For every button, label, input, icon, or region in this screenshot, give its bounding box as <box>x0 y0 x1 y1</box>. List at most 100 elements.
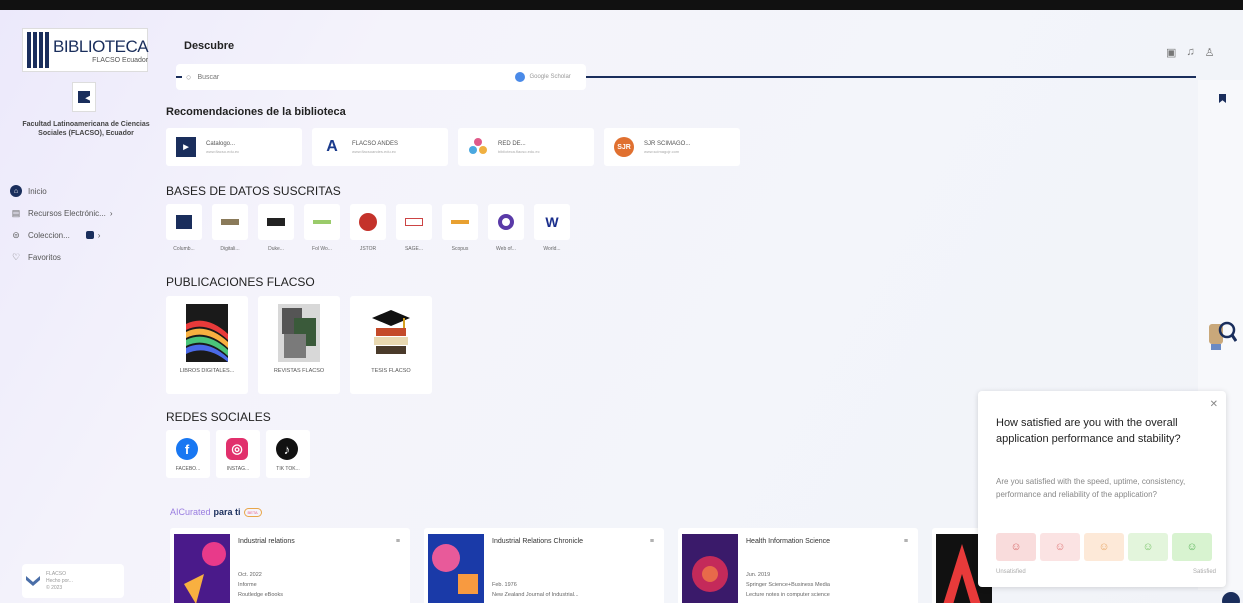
social-list: f FACEBO... ◎ INSTAG... ♪ TIK TOK... <box>166 430 310 478</box>
recommendation-name: SJR SCIMAGO... <box>644 140 691 147</box>
rating-face-5[interactable]: ☺ <box>1172 533 1212 561</box>
nav-item-colecciones[interactable]: ⊜ Coleccion... › <box>10 224 158 246</box>
user-icon[interactable]: ♙ <box>1205 46 1215 59</box>
database-label: Duke... <box>268 246 284 252</box>
google-scholar-label: Google Scholar <box>529 74 571 80</box>
mascot-icon[interactable] <box>1207 316 1237 352</box>
nav-item-inicio[interactable]: ⌂ Inicio <box>10 180 158 202</box>
recommendation-name: RED DE... <box>498 140 526 147</box>
vendor-card[interactable]: FLACSO Hecho por... © 2023 <box>22 564 124 598</box>
rating-face-1[interactable]: ☺ <box>996 533 1036 561</box>
curated-source: Routledge eBooks <box>238 592 283 598</box>
curated-card[interactable]: Health Information Science ≡ Jun. 2019 S… <box>678 528 918 603</box>
help-button[interactable] <box>1222 592 1240 603</box>
menu-icon[interactable]: ≡ <box>904 538 908 545</box>
journals-cover-icon <box>278 304 320 362</box>
publications-list: LIBROS DIGITALES... REVISTAS FLACSO TESI… <box>166 296 432 394</box>
menu-icon[interactable]: ≡ <box>650 538 654 545</box>
nav-item-recursos[interactable]: ▤ Recursos Electrónic... › <box>10 202 158 224</box>
section-title-recommendations: Recomendaciones de la biblioteca <box>166 106 346 118</box>
search-input[interactable] <box>197 73 478 81</box>
library-logo[interactable]: BIBLIOTECA FLACSO Ecuador <box>22 28 149 72</box>
nav-label: Recursos Electrónic... <box>28 208 106 218</box>
social-card-tiktok[interactable]: ♪ TIK TOK... <box>266 430 310 478</box>
recommendation-card[interactable]: RED DE... biblioteca.flacso.edu.ec <box>458 128 594 166</box>
folio-icon <box>313 220 331 224</box>
publication-label: REVISTAS FLACSO <box>273 368 325 374</box>
sidebar: BIBLIOTECA FLACSO Ecuador Facultad Latin… <box>8 24 158 603</box>
curated-card[interactable]: Industrial Relations Chronicle ≡ Feb. 19… <box>424 528 664 603</box>
app-window: BIBLIOTECA FLACSO Ecuador Facultad Latin… <box>0 0 1243 603</box>
close-icon[interactable]: ✕ <box>1210 399 1218 410</box>
bookmark-icon[interactable] <box>1219 94 1226 103</box>
database-item[interactable]: Columb... <box>166 204 202 252</box>
curated-title: Industrial Relations Chronicle <box>492 538 584 545</box>
database-label: SAGE... <box>404 246 424 252</box>
flacso-andes-icon: A <box>322 137 342 157</box>
worldcat-icon: W <box>545 214 559 230</box>
database-item[interactable]: SAGE... <box>396 204 432 252</box>
catalog-icon: ▶ <box>176 137 196 157</box>
search-bar[interactable]: ○ Google Scholar <box>176 64 586 90</box>
notes-icon[interactable]: ▣ <box>1166 46 1176 59</box>
section-title-databases: BASES DE DATOS SUSCRITAS <box>166 184 341 198</box>
nav-label: Coleccion... <box>28 230 70 240</box>
google-scholar-toggle[interactable]: Google Scholar <box>515 72 571 82</box>
curated-type: Informe <box>238 582 257 588</box>
database-item[interactable]: Digitali... <box>212 204 248 252</box>
nav-label: Favoritos <box>28 252 61 262</box>
header-divider <box>586 76 1196 78</box>
logo-title: BIBLIOTECA <box>53 36 149 56</box>
social-card-instagram[interactable]: ◎ INSTAG... <box>216 430 260 478</box>
database-item[interactable]: Duke... <box>258 204 294 252</box>
ai-curated-title: AICurated para ti BETA <box>170 507 262 517</box>
database-item[interactable]: Scopus <box>442 204 478 252</box>
curated-thumbnail <box>682 534 738 603</box>
database-item[interactable]: Fol Wo... <box>304 204 340 252</box>
web-of-science-icon <box>498 214 514 230</box>
recommendation-url: www.flacsoandes.edu.ec <box>352 148 397 154</box>
database-item[interactable]: JSTOR <box>350 204 386 252</box>
chevron-right-icon: › <box>109 208 113 218</box>
recommendation-card[interactable]: ▶ Catalogo... www.flacso.edu.ec <box>166 128 302 166</box>
survey-question: How satisfied are you with the overall a… <box>996 417 1181 445</box>
nav-item-favoritos[interactable]: ♡ Favoritos <box>10 246 158 268</box>
curated-card[interactable]: Industrial relations ≡ Oct. 2022 Informe… <box>170 528 410 603</box>
database-label: Fol Wo... <box>312 246 332 252</box>
rating-face-3[interactable]: ☺ <box>1084 533 1124 561</box>
google-scholar-icon <box>515 72 526 82</box>
recommendation-url: biblioteca.flacso.edu.ec <box>498 148 540 154</box>
database-label: Digitali... <box>220 246 240 252</box>
thesis-cover-icon <box>372 310 410 354</box>
social-card-facebook[interactable]: f FACEBO... <box>166 430 210 478</box>
rating-face-2[interactable]: ☺ <box>1040 533 1080 561</box>
tiktok-icon: ♪ <box>276 438 298 460</box>
bell-icon[interactable]: ♫ <box>1186 46 1194 59</box>
database-item[interactable]: W World... <box>534 204 570 252</box>
rating-options: ☺ ☺ ☺ ☺ ☺ <box>996 533 1212 561</box>
vendor-line: © 2023 <box>46 584 63 591</box>
curated-publisher: Springer Science+Business Media <box>746 582 830 588</box>
recommendation-url: www.scimagojr.com <box>644 148 680 154</box>
publication-card[interactable]: TESIS FLACSO <box>350 296 432 394</box>
survey-high-label: Satisfied <box>1192 569 1216 575</box>
logo-subtitle: FLACSO Ecuador <box>92 56 149 64</box>
sjr-icon: SJR <box>614 137 634 157</box>
recommendation-card[interactable]: A FLACSO ANDES www.flacsoandes.edu.ec <box>312 128 448 166</box>
curated-thumbnail <box>174 534 230 603</box>
database-item[interactable]: Web of... <box>488 204 524 252</box>
database-label: Scopus <box>451 246 469 252</box>
scopus-icon <box>451 220 469 224</box>
menu-icon[interactable]: ≡ <box>396 538 400 545</box>
recommendation-card[interactable]: SJR SJR SCIMAGO... www.scimagojr.com <box>604 128 740 166</box>
social-label: INSTAG... <box>226 466 250 472</box>
facebook-icon: f <box>176 438 198 460</box>
publication-card[interactable]: REVISTAS FLACSO <box>258 296 340 394</box>
rating-face-4[interactable]: ☺ <box>1128 533 1168 561</box>
publication-card[interactable]: LIBROS DIGITALES... <box>166 296 248 394</box>
database-label: Web of... <box>496 246 516 252</box>
logo-mark-icon <box>27 32 49 68</box>
curated-list: Industrial relations ≡ Oct. 2022 Informe… <box>170 528 992 603</box>
header-actions: ▣ ♫ ♙ <box>1166 46 1215 59</box>
network-icon <box>469 138 487 154</box>
